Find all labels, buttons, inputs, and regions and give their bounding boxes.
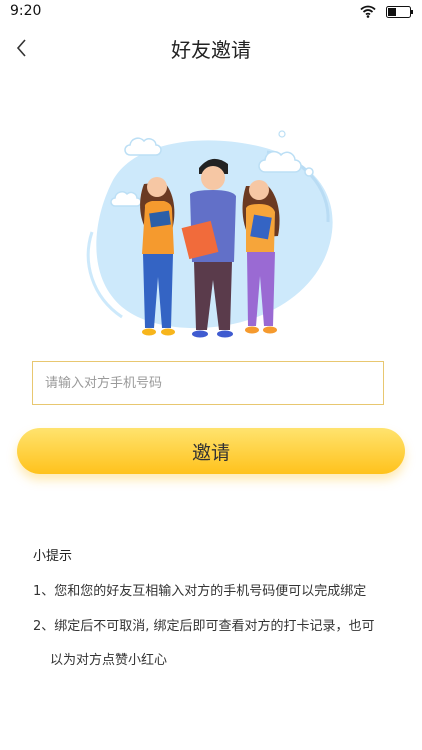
phone-number-input[interactable]: [32, 361, 384, 405]
wifi-icon: [360, 5, 376, 18]
status-time: 9:20: [10, 3, 42, 19]
battery-icon: [386, 6, 413, 18]
tips-title: 小提示: [33, 549, 73, 564]
invite-button[interactable]: 邀请: [17, 428, 405, 474]
page-title: 好友邀请: [171, 38, 251, 62]
status-bar: 9:20: [0, 0, 422, 24]
tip-item: 2、绑定后不可取消, 绑定后即可查看对方的打卡记录，也可: [33, 619, 375, 634]
navigation-bar: 好友邀请: [0, 24, 422, 72]
tip-item: 1、您和您的好友互相输入对方的手机号码便可以完成绑定: [33, 584, 367, 599]
tip-item-continuation: 以为对方点赞小红心: [50, 653, 168, 668]
friends-illustration: [86, 130, 333, 338]
